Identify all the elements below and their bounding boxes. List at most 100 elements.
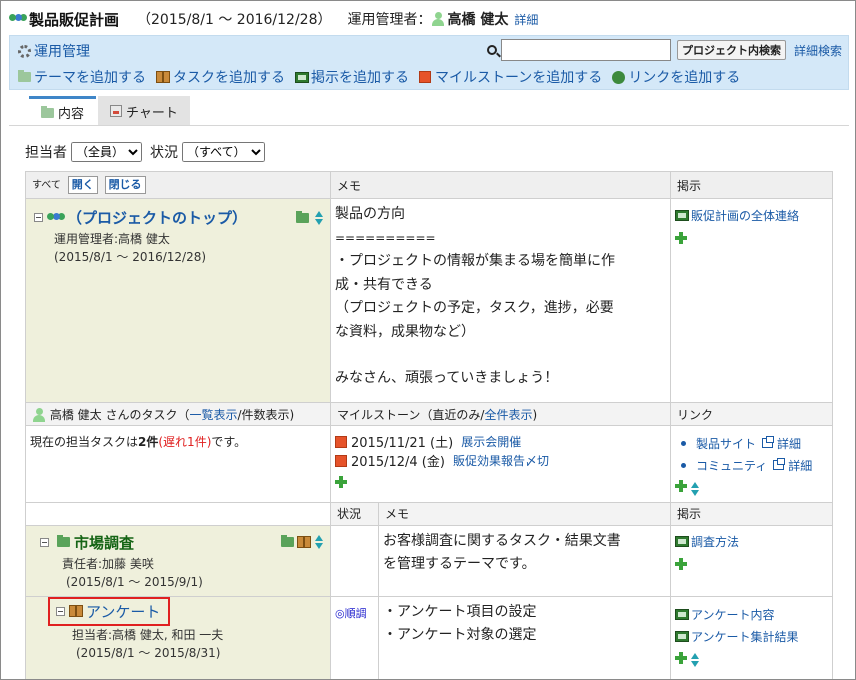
link-name[interactable]: 製品サイト: [696, 435, 756, 452]
external-link-icon[interactable]: [762, 436, 775, 448]
add-notice-icon[interactable]: [675, 557, 688, 570]
milestone-flag-icon: [335, 454, 347, 467]
link-detail[interactable]: 詳細: [777, 435, 801, 452]
sort-arrows-icon[interactable]: [314, 535, 324, 549]
task-link[interactable]: アンケート: [86, 601, 160, 622]
collapse-toggle[interactable]: [34, 213, 43, 222]
list-view-link[interactable]: 一覧表示: [189, 408, 237, 422]
count-view-link[interactable]: /件数表示): [237, 408, 294, 422]
tab-content[interactable]: 内容: [29, 96, 97, 126]
notice-title: アンケート集計結果: [691, 630, 799, 644]
sort-arrows-icon[interactable]: [314, 210, 324, 225]
memo-line: みなさん、頑張っていきましょう！: [335, 370, 559, 386]
milestone-title: マイルストーン（直近のみ/: [337, 407, 485, 422]
page-frame: 製品販促計画 （2015/8/1 ～ 2016/12/28） 運用管理者： 高橋…: [0, 0, 856, 680]
collapse-toggle[interactable]: [56, 606, 65, 616]
task-package-icon[interactable]: [297, 536, 311, 548]
add-task-label: タスクを追加する: [173, 70, 285, 86]
add-task-link[interactable]: タスクを追加する: [156, 67, 285, 87]
link-detail[interactable]: 詳細: [788, 457, 812, 474]
notice-link[interactable]: 販促計画の全体連絡: [675, 207, 828, 224]
memo-line: ・アンケート項目の設定: [383, 603, 537, 620]
memo-line: ・プロジェクトの情報が集まる場を簡単に作: [335, 253, 615, 269]
add-notice-icon[interactable]: [675, 232, 688, 244]
folder-icon[interactable]: [296, 210, 309, 223]
manage-link[interactable]: 運用管理: [18, 41, 90, 61]
milestones-cell: 2015/11/21 (土) 展示会開催 2015/12/4 (金) 販促効果報…: [329, 425, 672, 503]
task-row: アンケート 担当者:高橋 健太, 和田 一夫 (2015/8/1 ～ 2015/…: [25, 595, 834, 679]
add-link-link[interactable]: リンクを追加する: [612, 67, 740, 87]
folder-icon[interactable]: [281, 535, 294, 547]
theme-notice-cell: 調査方法: [670, 524, 834, 597]
task-summary-header: 高橋 健太 さんのタスク（一覧表示/件数表示) マイルストーン（直近のみ/全件表…: [25, 402, 834, 426]
close-all-button[interactable]: 閉じる: [104, 176, 146, 194]
project-top-cell: （プロジェクトのトップ） 運用管理者:高橋 健太 (2015/8/1 ～ 201…: [25, 198, 331, 403]
task-summary-row: 現在の担当タスクは2件(遅れ1件)です。 2015/11/21 (土) 展示会開…: [25, 425, 834, 503]
memo-line: ・アンケート対象の選定: [383, 627, 537, 643]
milestone-link[interactable]: 販促効果報告〆切: [453, 452, 549, 469]
notice-link[interactable]: アンケート集計結果: [675, 626, 828, 648]
bulletin-board-icon: [295, 71, 309, 83]
theme-row: 市場調査 責任者:加藤 美咲 (2015/8/1 ～ 2015/9/1) お客様…: [25, 524, 834, 597]
assignee-select[interactable]: （全員）: [71, 142, 142, 162]
link-item: 製品サイト 詳細: [671, 432, 832, 454]
add-milestone-icon[interactable]: [335, 476, 347, 488]
notice-link[interactable]: 調査方法: [675, 533, 828, 550]
bulletin-board-icon: [675, 631, 690, 642]
tab-divider: [9, 125, 849, 126]
folder-icon: [57, 535, 70, 547]
grid-header-tree: すべて 開く 閉じる: [25, 171, 331, 199]
status-select[interactable]: （すべて）: [182, 142, 265, 162]
user-icon: [431, 12, 445, 26]
project-top-link[interactable]: （プロジェクトのトップ）: [67, 207, 247, 228]
add-notice-icon[interactable]: [675, 651, 688, 664]
all-label: すべて: [32, 180, 61, 191]
bulletin-board-icon: [675, 535, 690, 547]
manager-detail-link[interactable]: 詳細: [514, 11, 538, 28]
my-tasks-title: 高橋 健太 さんのタスク（: [49, 407, 190, 422]
sort-arrows-icon[interactable]: [690, 481, 700, 496]
links-cell: 製品サイト 詳細 コミュニティ 詳細: [670, 425, 834, 503]
bullet-icon: [681, 462, 687, 468]
milestone-date: 2015/11/21 (土): [351, 436, 454, 451]
link-name[interactable]: コミュニティ: [696, 457, 767, 474]
manager-label: 運用管理者：: [347, 12, 432, 28]
tab-chart[interactable]: チャート: [98, 96, 190, 126]
add-milestone-link[interactable]: マイルストーンを追加する: [419, 67, 602, 87]
search-input[interactable]: [500, 39, 671, 61]
my-tasks-header: 高橋 健太 さんのタスク（一覧表示/件数表示): [25, 402, 331, 426]
current-task-cell: 現在の担当タスクは2件(遅れ1件)です。: [25, 425, 331, 503]
sort-arrows-icon[interactable]: [690, 653, 700, 667]
collapse-toggle[interactable]: [40, 537, 49, 547]
task-period: (2015/8/1 ～ 2015/8/31): [76, 645, 221, 660]
notice-link[interactable]: アンケート内容: [675, 604, 828, 626]
external-link-icon[interactable]: [773, 458, 786, 470]
manage-label: 運用管理: [34, 44, 90, 60]
task-status-cell: ◎順調: [330, 595, 379, 679]
project-members-icon: [47, 211, 65, 225]
add-notice-link[interactable]: 掲示を追加する: [295, 67, 409, 87]
theme-link[interactable]: 市場調査: [74, 532, 134, 553]
open-all-button[interactable]: 開く: [67, 176, 98, 194]
add-theme-link[interactable]: テーマを追加する: [18, 67, 146, 87]
add-link-icon[interactable]: [675, 480, 688, 492]
bullet-icon: [681, 440, 687, 446]
filter-bar: 担当者 （全員） 状況 （すべて）: [25, 142, 273, 162]
project-top-row: （プロジェクトのトップ） 運用管理者:高橋 健太 (2015/8/1 ～ 201…: [25, 198, 834, 403]
show-all-link[interactable]: 全件表示: [484, 408, 532, 422]
task-notice-cell: アンケート内容 アンケート集計結果: [670, 595, 834, 679]
milestone-link[interactable]: 展示会開催: [461, 433, 521, 450]
late-count: (遅れ1件): [158, 435, 212, 449]
user-icon: [32, 408, 46, 422]
notice-col-header: 掲示: [670, 501, 834, 526]
search-area: プロジェクト内検索 詳細検索: [486, 39, 842, 61]
milestone-date: 2015/12/4 (金): [351, 455, 445, 470]
project-search-button[interactable]: プロジェクト内検索: [676, 40, 786, 60]
tab-chart-label: チャート: [126, 105, 178, 121]
add-theme-label: テーマを追加する: [34, 70, 146, 86]
project-grid: すべて 開く 閉じる メモ 掲示 （プロジェクトのトップ） 運用管理者:高橋 健…: [25, 171, 834, 679]
advanced-search-link[interactable]: 詳細検索: [794, 42, 842, 59]
notice-title: 調査方法: [691, 534, 740, 549]
memo-col-header: メモ: [377, 501, 672, 526]
project-members-icon: [9, 12, 27, 26]
